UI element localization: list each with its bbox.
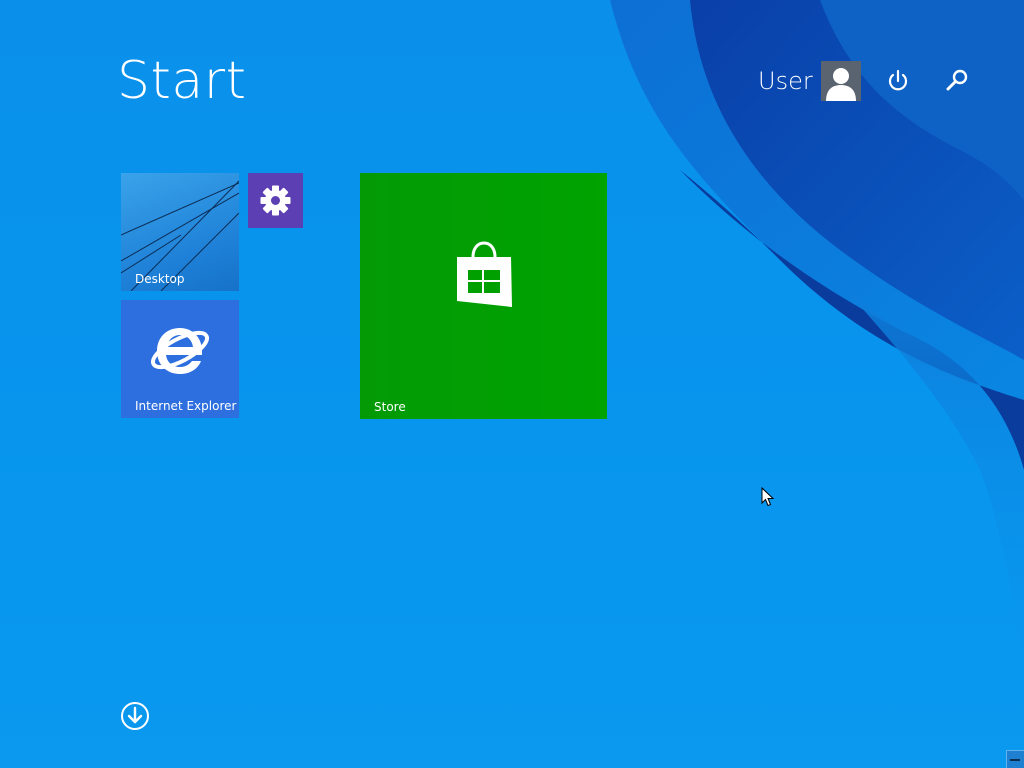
user-avatar-icon xyxy=(820,61,861,101)
tile-internet-explorer-label: Internet Explorer xyxy=(135,399,237,413)
mouse-cursor-icon xyxy=(761,487,775,507)
tile-settings[interactable] xyxy=(248,173,303,228)
search-icon[interactable] xyxy=(942,66,972,96)
start-screen: Start User Desktop Internet Explorer Sto… xyxy=(0,0,1024,768)
user-name: User xyxy=(758,67,813,95)
tile-store[interactable]: Store xyxy=(360,173,607,419)
store-bag-icon xyxy=(457,241,512,307)
tile-store-label: Store xyxy=(374,400,406,414)
down-arrow-circle-icon[interactable] xyxy=(120,701,150,731)
user-account-button[interactable]: User xyxy=(758,61,861,101)
page-title: Start xyxy=(117,51,247,111)
minimize-corner-button[interactable] xyxy=(1006,750,1024,768)
gear-icon xyxy=(260,185,291,216)
tile-internet-explorer[interactable]: Internet Explorer xyxy=(121,300,239,418)
power-icon[interactable] xyxy=(883,66,913,96)
tile-desktop[interactable]: Desktop xyxy=(121,173,239,291)
tile-desktop-label: Desktop xyxy=(135,272,185,286)
